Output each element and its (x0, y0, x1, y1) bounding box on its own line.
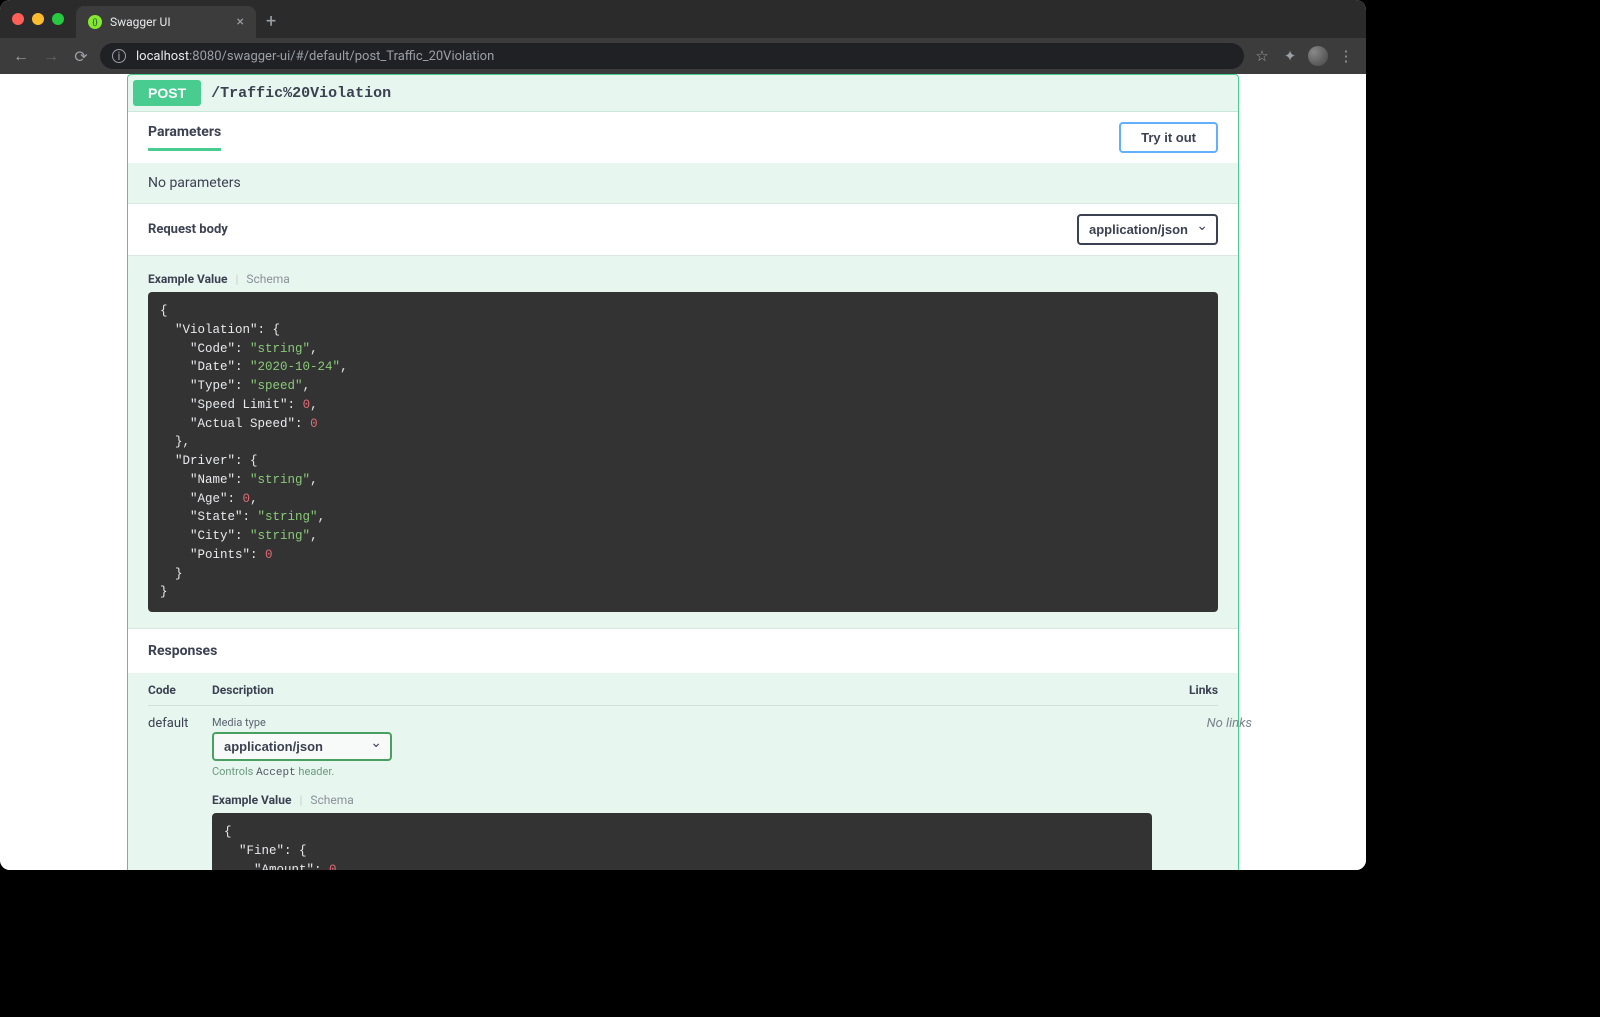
window-close-icon[interactable] (12, 13, 24, 25)
responses-code-column: Code (148, 683, 212, 697)
response-links: No links (1152, 716, 1252, 870)
reload-button[interactable]: ⟳ (70, 47, 92, 66)
new-tab-button[interactable]: + (266, 11, 276, 32)
page-content: POST /Traffic%20Violation Parameters Try… (0, 74, 1366, 870)
site-info-icon[interactable]: i (112, 49, 126, 63)
schema-tab[interactable]: Schema (246, 272, 289, 286)
window-maximize-icon[interactable] (52, 13, 64, 25)
browser-menu-icon[interactable]: ⋮ (1336, 47, 1356, 65)
operation-block: POST /Traffic%20Violation Parameters Try… (127, 74, 1239, 870)
browser-tab[interactable]: {} Swagger UI × (76, 6, 256, 38)
responses-heading: Responses (128, 628, 1238, 673)
request-body-label: Request body (148, 222, 228, 237)
parameters-tab[interactable]: Parameters (148, 124, 221, 151)
close-tab-icon[interactable]: × (237, 14, 244, 30)
endpoint-path: /Traffic%20Violation (211, 85, 391, 102)
profile-avatar[interactable] (1308, 46, 1328, 66)
bookmark-star-icon[interactable]: ☆ (1252, 47, 1272, 65)
try-it-out-button[interactable]: Try it out (1119, 122, 1218, 153)
browser-toolbar: ← → ⟳ i localhost:8080/swagger-ui/#/defa… (0, 38, 1366, 74)
example-value-tab[interactable]: Example Value (148, 272, 227, 286)
address-bar[interactable]: i localhost:8080/swagger-ui/#/default/po… (100, 43, 1244, 69)
response-schema-tab[interactable]: Schema (310, 793, 353, 807)
operation-header[interactable]: POST /Traffic%20Violation (128, 75, 1238, 112)
accept-header-help: Controls Accept header. (212, 765, 1152, 779)
browser-titlebar: {} Swagger UI × + (0, 0, 1366, 38)
response-example-code[interactable]: { "Fine": { "Amount": 0, "Points": 0 }, … (212, 813, 1152, 870)
content-type-select[interactable]: application/json (1077, 214, 1218, 245)
media-type-label: Media type (212, 716, 1152, 729)
response-code: default (148, 716, 212, 870)
extensions-icon[interactable]: ✦ (1280, 47, 1300, 65)
back-button[interactable]: ← (10, 46, 32, 66)
request-example-code[interactable]: { "Violation": { "Code": "string", "Date… (148, 292, 1218, 612)
media-type-select[interactable]: application/json (212, 732, 392, 761)
responses-description-column: Description (212, 683, 1118, 697)
no-parameters-text: No parameters (128, 163, 1238, 203)
window-minimize-icon[interactable] (32, 13, 44, 25)
responses-links-column: Links (1118, 683, 1218, 697)
response-example-value-tab[interactable]: Example Value (212, 793, 291, 807)
forward-button[interactable]: → (40, 46, 62, 66)
swagger-favicon-icon: {} (88, 15, 102, 29)
http-method-badge: POST (133, 80, 201, 106)
tab-title: Swagger UI (110, 15, 229, 29)
